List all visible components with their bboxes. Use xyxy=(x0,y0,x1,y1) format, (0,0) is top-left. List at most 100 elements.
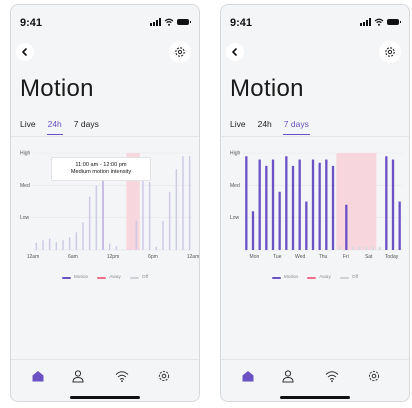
chart-bar xyxy=(182,156,184,250)
chevron-left-icon xyxy=(22,48,27,56)
legend-label: Motion xyxy=(283,275,299,280)
bottom-nav xyxy=(221,369,409,387)
gear-icon[interactable] xyxy=(367,369,381,383)
status-time: 9:41 xyxy=(20,17,43,29)
x-tick-label: Mon xyxy=(250,254,260,260)
x-tick-label: Today xyxy=(385,254,399,260)
tab-live[interactable]: Live xyxy=(20,119,36,135)
chart-bar xyxy=(175,169,178,250)
battery-icon xyxy=(387,19,401,25)
bottom-nav-divider xyxy=(11,359,199,360)
legend-swatch xyxy=(97,276,107,279)
page-title: Motion xyxy=(230,75,304,102)
wifi-icon[interactable] xyxy=(325,369,339,383)
phone-screen-7-days: 9:41 Motion Live 24h 7 days High Med Low Mo… xyxy=(220,4,410,402)
wifi-icon xyxy=(374,18,384,26)
legend-swatch xyxy=(307,276,317,279)
chart-bar xyxy=(338,246,341,250)
home-icon[interactable] xyxy=(241,369,255,383)
chart-bar xyxy=(371,246,375,250)
y-tick-label: Med xyxy=(20,183,30,189)
tab-7-days[interactable]: 7 days xyxy=(74,119,99,135)
chart-bar xyxy=(155,246,158,250)
chart-bar xyxy=(62,240,64,250)
settings-button[interactable] xyxy=(169,41,191,63)
x-tick-label: Sat xyxy=(365,254,373,260)
tab-divider xyxy=(221,136,409,137)
tab-live[interactable]: Live xyxy=(230,119,246,135)
time-range-tabs: Live 24h 7 days xyxy=(20,119,99,135)
chart-bar xyxy=(128,249,131,250)
chart-bar xyxy=(82,222,84,250)
chart-bar xyxy=(75,232,78,250)
chart-bar xyxy=(42,240,44,250)
y-tick-label: Low xyxy=(230,215,240,221)
legend-motion: Motion xyxy=(61,275,89,280)
wifi-icon[interactable] xyxy=(115,369,129,383)
legend-swatch xyxy=(61,276,71,279)
settings-button[interactable] xyxy=(379,41,401,63)
tab-24h[interactable]: 24h xyxy=(46,119,63,135)
gear-icon[interactable] xyxy=(157,369,171,383)
legend-swatch xyxy=(271,276,281,279)
chart-bar xyxy=(285,156,288,250)
away-band xyxy=(336,153,377,250)
back-button[interactable] xyxy=(226,43,244,61)
motion-chart-7-days: High Med Low Mon Tue Wed Thu Fri Sat Today xyxy=(230,151,403,260)
x-tick-label: 6am xyxy=(68,254,78,260)
user-icon[interactable] xyxy=(281,369,295,383)
chart-bar xyxy=(68,237,71,250)
chart-bar xyxy=(258,159,261,250)
x-tick-label: 12am xyxy=(27,254,40,260)
chart-bar xyxy=(365,246,368,250)
chart-bar xyxy=(345,204,348,250)
legend-swatch xyxy=(339,276,349,279)
chart-bar xyxy=(265,165,268,250)
chart-bar xyxy=(35,242,38,250)
user-icon[interactable] xyxy=(71,369,85,383)
chart-legend: Motion Away Off xyxy=(221,275,409,280)
chart-legend: Motion Away Off xyxy=(11,275,199,280)
phone-screen-24h: 9:41 Motion Live 24h 7 days High Med Low 12… xyxy=(10,4,200,402)
chart-bar xyxy=(291,165,295,250)
battery-icon xyxy=(177,19,191,25)
legend-away: Away xyxy=(97,275,121,280)
chart-bar xyxy=(162,220,164,250)
x-tick-label: 6pm xyxy=(148,254,158,260)
chart-bar xyxy=(358,246,361,250)
time-range-tabs: Live 24h 7 days xyxy=(230,119,310,135)
home-icon[interactable] xyxy=(31,369,45,383)
legend-label: Motion xyxy=(73,275,89,280)
chart-bar xyxy=(148,182,151,250)
chevron-left-icon xyxy=(232,48,237,56)
chart-bar xyxy=(378,246,381,250)
tab-24h[interactable]: 24h xyxy=(258,119,272,135)
gear-icon xyxy=(175,47,185,57)
y-tick-label: High xyxy=(20,151,31,157)
chart-bar xyxy=(351,246,355,250)
chart-bar xyxy=(325,159,328,250)
cellular-signal-icon xyxy=(360,18,371,26)
chart-bar xyxy=(251,211,255,250)
legend-swatch xyxy=(129,276,139,279)
bottom-nav xyxy=(11,369,199,387)
y-tick-label: Med xyxy=(230,183,240,189)
cellular-signal-icon xyxy=(150,18,161,26)
x-tick-label: 12am xyxy=(187,254,200,260)
x-tick-label: Fri xyxy=(343,254,349,260)
chart-bar xyxy=(135,220,138,250)
x-tick-label: Thu xyxy=(319,254,328,260)
legend-label: Away xyxy=(319,275,331,280)
chart-bar xyxy=(391,159,395,250)
chart-bar xyxy=(331,165,335,250)
chart-bar xyxy=(48,238,51,250)
gear-icon xyxy=(385,47,395,57)
back-button[interactable] xyxy=(16,43,34,61)
bottom-nav-divider xyxy=(221,359,409,360)
legend-away: Away xyxy=(307,275,331,280)
chart-bar xyxy=(271,159,275,250)
legend-label: Away xyxy=(109,275,121,280)
chart-bar xyxy=(398,201,401,250)
wifi-icon xyxy=(164,18,174,26)
tab-7-days[interactable]: 7 days xyxy=(282,119,310,135)
